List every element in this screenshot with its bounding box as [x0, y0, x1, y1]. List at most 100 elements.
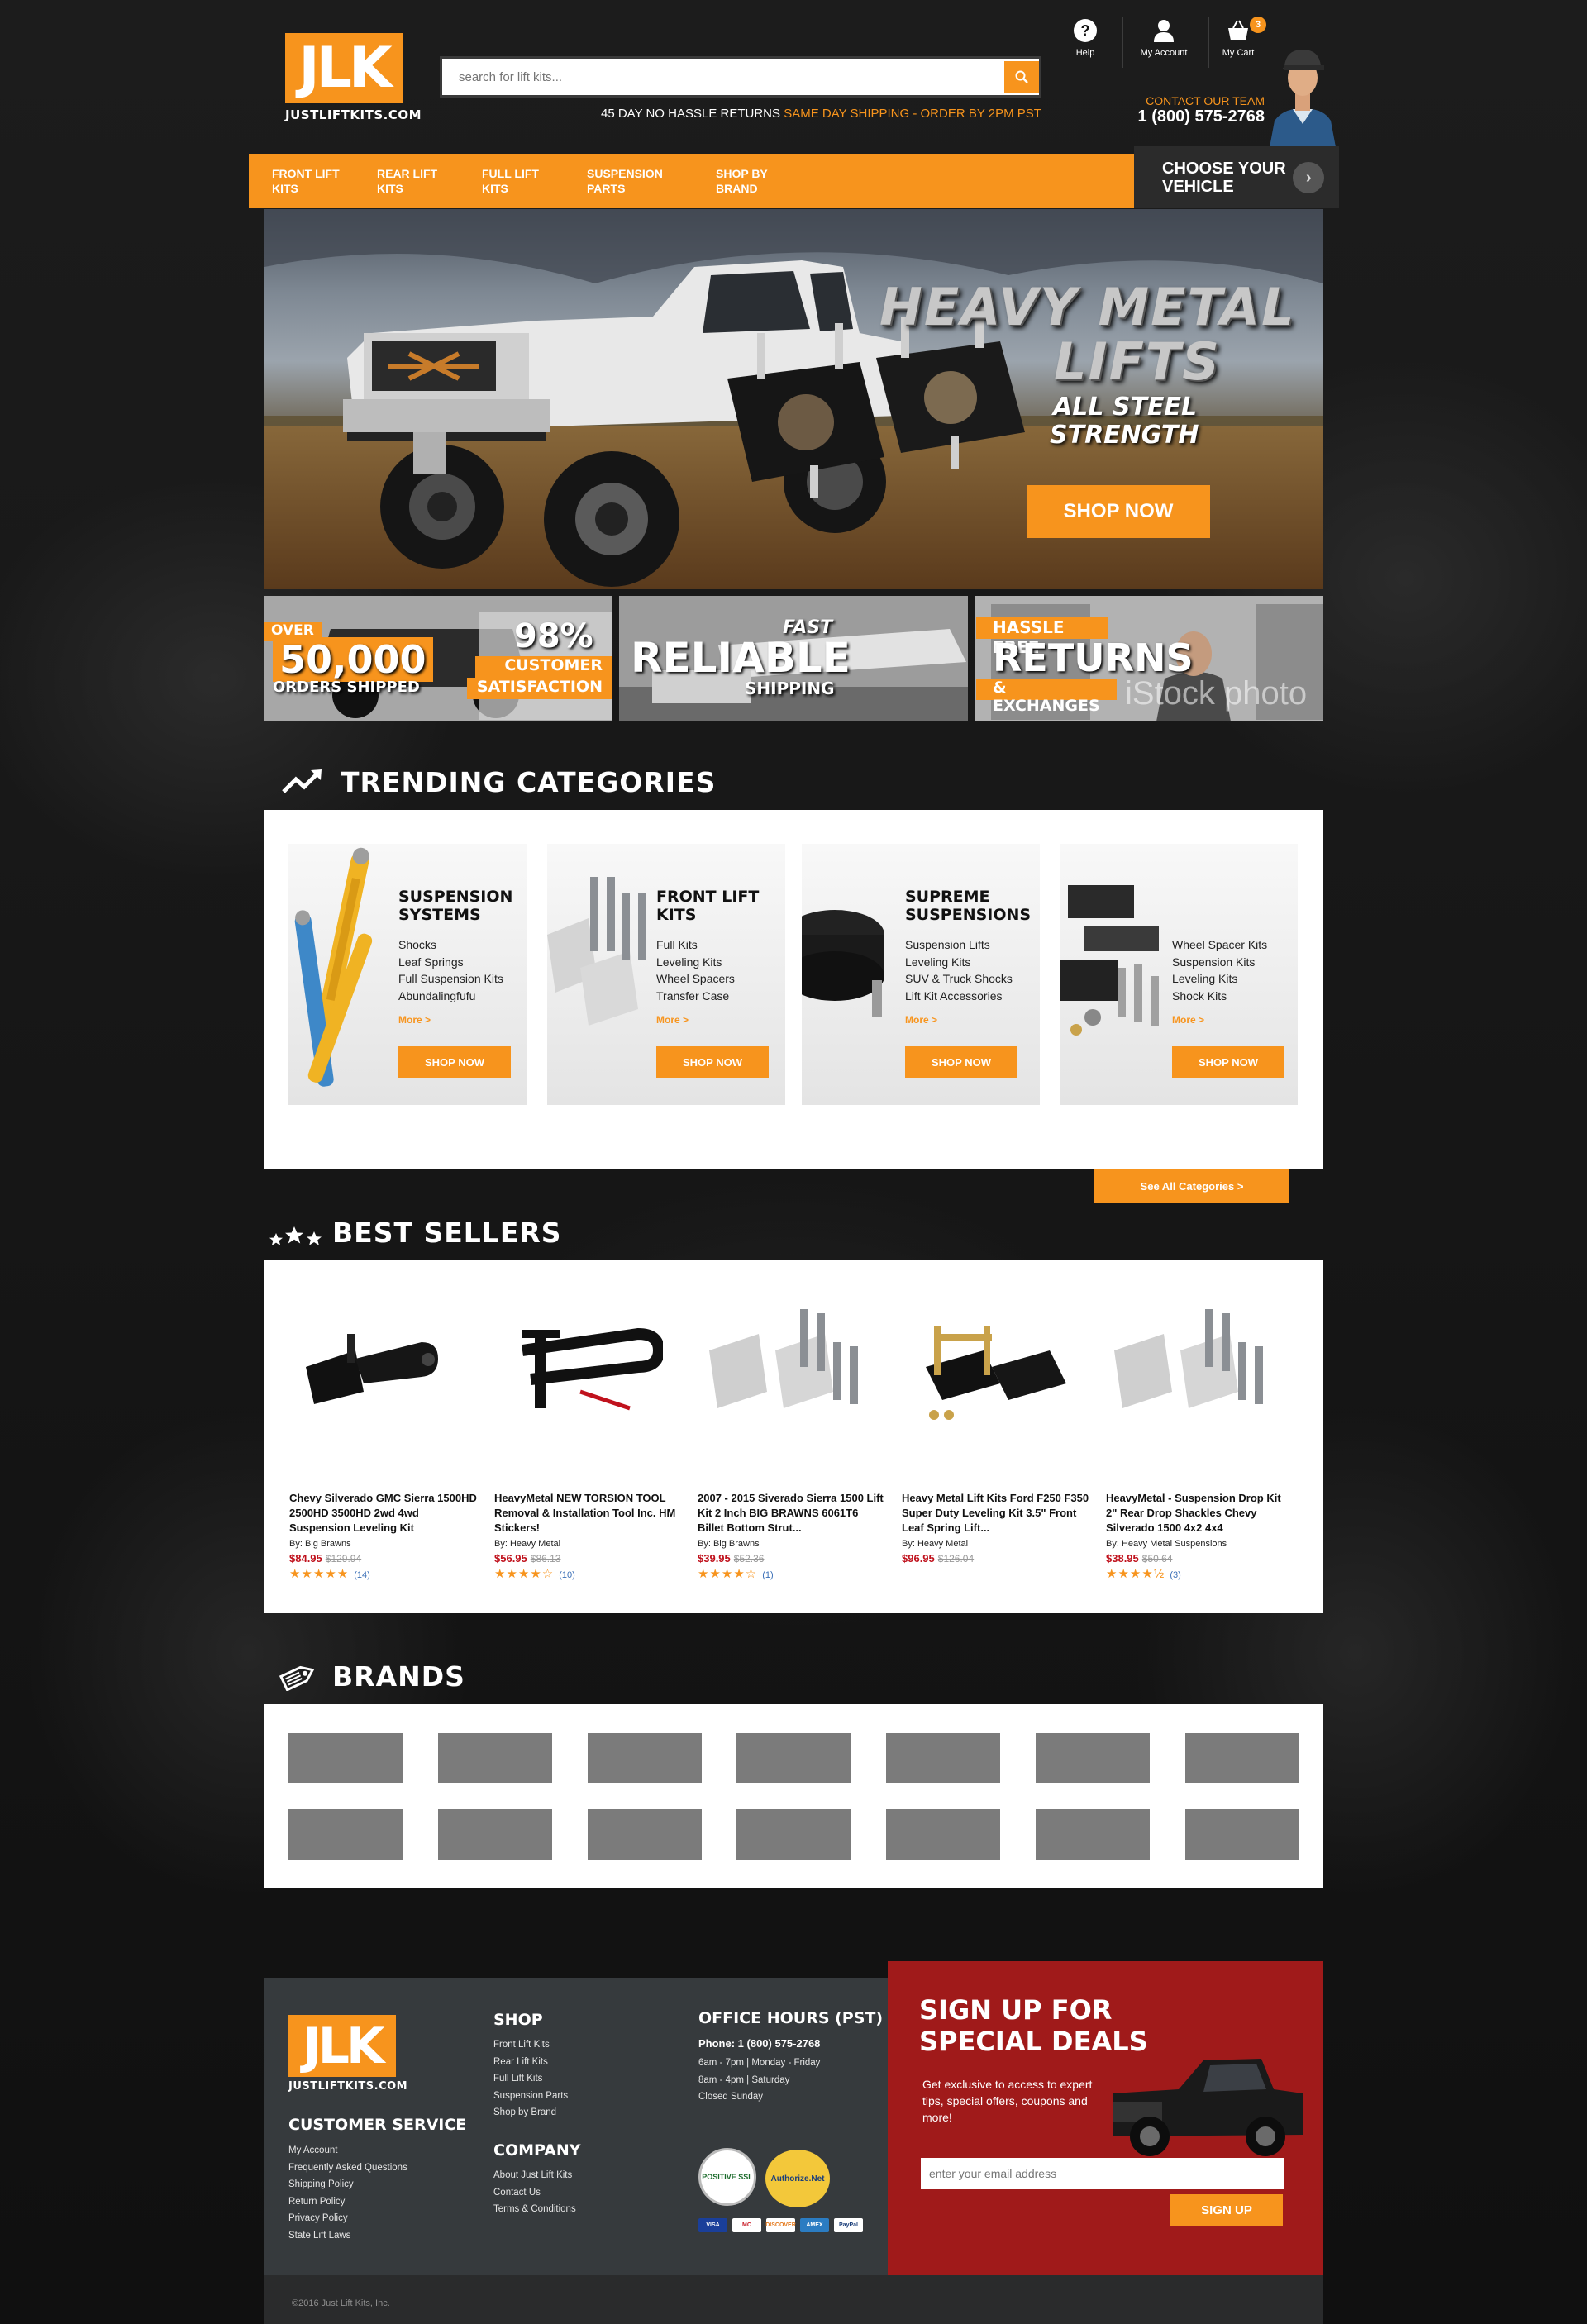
footer-link[interactable]: Shipping Policy — [288, 2176, 407, 2193]
choose-vehicle-button[interactable]: CHOOSE YOUR VEHICLE › — [1134, 146, 1339, 208]
category-link[interactable]: Wheel Spacers — [656, 970, 735, 988]
brand-logo[interactable] — [288, 1809, 403, 1860]
hero-shop-now-button[interactable]: SHOP NOW — [1027, 485, 1210, 538]
product-card[interactable]: Chevy Silverado GMC Sierra 1500HD 2500HD… — [289, 1491, 478, 1581]
category-card-front-lift[interactable]: FRONT LIFT KITS Full Kits Leveling Kits … — [547, 844, 785, 1105]
footer-link[interactable]: Privacy Policy — [288, 2210, 407, 2227]
category-link[interactable]: Suspension Kits — [1172, 954, 1267, 971]
product-image-strut-spacer[interactable] — [701, 1309, 875, 1417]
brand-logo[interactable] — [588, 1809, 702, 1860]
brand-logo[interactable] — [288, 1733, 403, 1783]
category-more-link[interactable]: More > — [1172, 1014, 1204, 1026]
footer-link[interactable]: Frequently Asked Questions — [288, 2160, 407, 2177]
signup-button[interactable]: SIGN UP — [1170, 2194, 1283, 2226]
brand-logo[interactable] — [886, 1809, 1000, 1860]
product-card[interactable]: HeavyMetal NEW TORSION TOOL Removal & In… — [494, 1491, 683, 1581]
logo[interactable]: JLK — [285, 33, 403, 103]
category-link[interactable]: Leveling Kits — [656, 954, 735, 971]
office-phone[interactable]: Phone: 1 (800) 575-2768 — [698, 2037, 820, 2050]
review-count[interactable]: (10) — [559, 1570, 575, 1580]
parts-kit-image — [1060, 885, 1159, 1036]
help-link[interactable]: ? Help — [1062, 18, 1108, 58]
product-card[interactable]: Heavy Metal Lift Kits Ford F250 F350 Sup… — [902, 1491, 1090, 1564]
footer-link[interactable]: Contact Us — [493, 2184, 576, 2202]
footer-link[interactable]: State Lift Laws — [288, 2227, 407, 2245]
brand-logo[interactable] — [588, 1733, 702, 1783]
footer-logo[interactable]: JLK — [288, 2015, 396, 2077]
category-link[interactable]: Leveling Kits — [905, 954, 1013, 971]
signup-truck-image — [1113, 2059, 1303, 2156]
category-shop-now-button[interactable]: SHOP NOW — [656, 1046, 769, 1078]
product-card[interactable]: 2007 - 2015 Siverado Sierra 1500 Lift Ki… — [698, 1491, 886, 1581]
authorize-net-badge[interactable]: Authorize.Net — [765, 2150, 830, 2207]
account-link[interactable]: My Account — [1131, 18, 1197, 58]
brand-logo[interactable] — [438, 1809, 552, 1860]
search-input[interactable] — [442, 59, 1004, 95]
product-name[interactable]: Heavy Metal Lift Kits Ford F250 F350 Sup… — [902, 1491, 1090, 1537]
search-button[interactable] — [1004, 61, 1039, 93]
category-shop-now-button[interactable]: SHOP NOW — [398, 1046, 511, 1078]
product-image-drop-kit[interactable] — [1106, 1309, 1280, 1417]
category-link[interactable]: Wheel Spacer Kits — [1172, 936, 1267, 954]
positive-ssl-badge[interactable]: POSITIVE SSL — [698, 2148, 756, 2206]
review-count[interactable]: (14) — [354, 1570, 370, 1580]
promo-orders-panel[interactable]: OVER 50,000 ORDERS SHIPPED 98% CUSTOMER … — [264, 596, 612, 721]
brand-logo[interactable] — [736, 1733, 851, 1783]
brand-logo[interactable] — [736, 1809, 851, 1860]
category-link[interactable]: Suspension Lifts — [905, 936, 1013, 954]
email-input[interactable] — [921, 2158, 1284, 2189]
product-name[interactable]: HeavyMetal NEW TORSION TOOL Removal & In… — [494, 1491, 683, 1537]
category-link[interactable]: Abundalingfufu — [398, 988, 503, 1005]
category-shop-now-button[interactable]: SHOP NOW — [905, 1046, 1017, 1078]
product-name[interactable]: HeavyMetal - Suspension Drop Kit 2" Rear… — [1106, 1491, 1294, 1537]
category-more-link[interactable]: More > — [656, 1014, 689, 1026]
footer-link[interactable]: Rear Lift Kits — [493, 2054, 568, 2071]
footer-link[interactable]: Front Lift Kits — [493, 2036, 568, 2054]
nav-shop-by-brand[interactable]: SHOP BY BRAND — [716, 154, 790, 208]
category-link[interactable]: Full Kits — [656, 936, 735, 954]
brand-logo[interactable] — [1185, 1733, 1299, 1783]
category-link[interactable]: Full Suspension Kits — [398, 970, 503, 988]
product-image-torsion-tool[interactable] — [498, 1317, 663, 1417]
category-more-link[interactable]: More > — [905, 1014, 937, 1026]
see-all-categories-button[interactable]: See All Categories > — [1094, 1169, 1289, 1203]
brand-logo[interactable] — [1036, 1809, 1150, 1860]
review-count[interactable]: (1) — [762, 1570, 773, 1580]
brand-logo[interactable] — [886, 1733, 1000, 1783]
category-link[interactable]: Lift Kit Accessories — [905, 988, 1013, 1005]
category-link[interactable]: Shock Kits — [1172, 988, 1267, 1005]
category-shop-now-button[interactable]: SHOP NOW — [1172, 1046, 1284, 1078]
category-link[interactable]: SUV & Truck Shocks — [905, 970, 1013, 988]
phone-number[interactable]: 1 (800) 575-2768 — [1099, 107, 1265, 126]
product-image-leaf-spring-lift[interactable] — [901, 1317, 1075, 1425]
category-link[interactable]: Shocks — [398, 936, 503, 954]
category-link[interactable]: Leaf Springs — [398, 954, 503, 971]
category-link[interactable]: Transfer Case — [656, 988, 735, 1005]
footer-link[interactable]: About Just Lift Kits — [493, 2167, 576, 2184]
category-card-suspension[interactable]: SUSPENSION SYSTEMS Shocks Leaf Springs F… — [288, 844, 527, 1105]
brand-logo[interactable] — [1036, 1733, 1150, 1783]
footer-link[interactable]: Return Policy — [288, 2193, 407, 2211]
category-link[interactable]: Leveling Kits — [1172, 970, 1267, 988]
category-card-kits[interactable]: Wheel Spacer Kits Suspension Kits Leveli… — [1060, 844, 1298, 1105]
category-card-supreme[interactable]: SUPREME SUSPENSIONS Suspension Lifts Lev… — [802, 844, 1040, 1105]
product-name[interactable]: Chevy Silverado GMC Sierra 1500HD 2500HD… — [289, 1491, 478, 1537]
footer-link[interactable]: My Account — [288, 2142, 407, 2160]
footer-link[interactable]: Suspension Parts — [493, 2088, 568, 2105]
footer-link[interactable]: Shop by Brand — [493, 2104, 568, 2122]
promo-returns-panel[interactable]: HASSLE FREE RETURNS & EXCHANGES iStock p… — [975, 596, 1323, 721]
nav-rear-lift-kits[interactable]: REAR LIFT KITS — [377, 154, 451, 208]
nav-full-lift-kits[interactable]: FULL LIFT KITS — [482, 154, 556, 208]
footer-link[interactable]: Full Lift Kits — [493, 2070, 568, 2088]
footer-link[interactable]: Terms & Conditions — [493, 2201, 576, 2218]
review-count[interactable]: (3) — [1170, 1570, 1180, 1580]
brand-logo[interactable] — [438, 1733, 552, 1783]
product-card[interactable]: HeavyMetal - Suspension Drop Kit 2" Rear… — [1106, 1491, 1294, 1581]
product-name[interactable]: 2007 - 2015 Siverado Sierra 1500 Lift Ki… — [698, 1491, 886, 1537]
promo-shipping-panel[interactable]: FAST RELIABLE SHIPPING — [619, 596, 968, 721]
category-more-link[interactable]: More > — [398, 1014, 431, 1026]
nav-suspension-parts[interactable]: SUSPENSION PARTS — [587, 154, 678, 208]
nav-front-lift-kits[interactable]: FRONT LIFT KITS — [272, 154, 346, 208]
brand-logo[interactable] — [1185, 1809, 1299, 1860]
product-image-leveling-kit[interactable] — [298, 1317, 455, 1408]
